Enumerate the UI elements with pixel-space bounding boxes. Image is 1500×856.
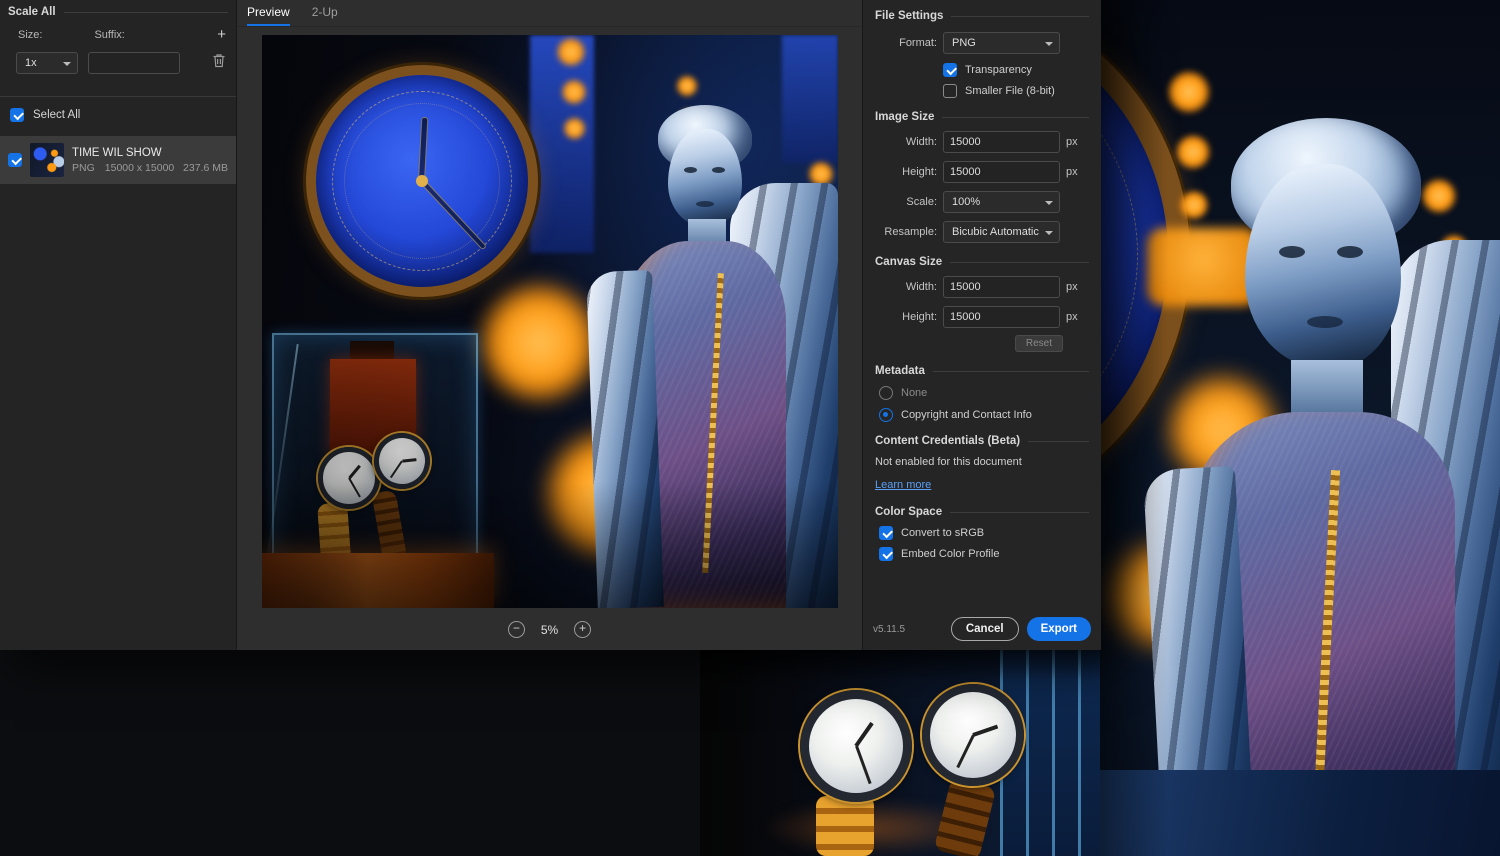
transparency-label: Transparency <box>965 64 1032 76</box>
resample-dropdown[interactable]: Bicubic Automatic <box>943 221 1060 243</box>
canvas-height-label: Height: <box>902 311 937 323</box>
suffix-input[interactable] <box>88 52 180 74</box>
background-canvas-bottom <box>700 650 1100 856</box>
bokeh-light <box>561 79 587 105</box>
image-width-input[interactable] <box>943 131 1060 153</box>
blue-pillar-graphic <box>530 35 594 253</box>
embed-profile-label: Embed Color Profile <box>901 548 1000 560</box>
zoom-in-button[interactable]: + <box>574 621 592 638</box>
scale-size-dropdown[interactable]: 1x <box>16 52 78 74</box>
canvas-size-header: Canvas Size <box>875 256 1089 268</box>
zoom-controls: − 5% + <box>237 621 862 638</box>
asset-title: TIME WIL SHOW <box>72 146 162 159</box>
scale-all-header: Scale All <box>8 6 228 18</box>
zoom-level: 5% <box>540 622 559 637</box>
canvas-height-unit: px <box>1066 311 1078 323</box>
background-canvas-right <box>1095 0 1500 856</box>
asset-file-size: 237.6 MB <box>183 161 228 174</box>
image-size-header: Image Size <box>875 111 1089 123</box>
convert-srgb-checkbox[interactable] <box>879 526 893 540</box>
divider <box>0 96 236 97</box>
scale-dropdown[interactable]: 100% <box>943 191 1060 213</box>
asset-checkbox[interactable] <box>8 153 22 167</box>
dialog-footer: v5.11.5 Cancel Export <box>873 617 1091 641</box>
tab-preview[interactable]: Preview <box>247 0 290 26</box>
add-scale-button[interactable]: + <box>217 27 226 42</box>
canvas-width-input[interactable] <box>943 276 1060 298</box>
image-height-unit: px <box>1066 166 1078 178</box>
cancel-button[interactable]: Cancel <box>950 617 1019 641</box>
bokeh-light <box>556 37 586 67</box>
metadata-none-label: None <box>901 387 928 399</box>
metadata-copyright-radio[interactable] <box>879 408 893 422</box>
clock-graphic <box>306 65 538 297</box>
canvas-width-unit: px <box>1066 281 1078 293</box>
convert-srgb-label: Convert to sRGB <box>901 527 985 539</box>
resample-label: Resample: <box>884 226 937 238</box>
content-credentials-status: Not enabled for this document <box>875 456 1022 468</box>
version-label: v5.11.5 <box>873 623 906 635</box>
suffix-label: Suffix: <box>94 29 125 41</box>
smaller-file-label: Smaller File (8-bit) <box>965 85 1055 97</box>
format-label: Format: <box>899 37 937 49</box>
dialog-shadow-fade <box>1095 0 1500 856</box>
export-as-dialog: Scale All Size: Suffix: + 1x Select All <box>0 0 1101 650</box>
select-all-checkbox[interactable] <box>10 108 24 122</box>
embed-profile-checkbox[interactable] <box>879 547 893 561</box>
canvas-height-input[interactable] <box>943 306 1060 328</box>
case-base-graphic <box>262 553 494 608</box>
file-settings-header: File Settings <box>875 10 1089 22</box>
smaller-file-checkbox[interactable] <box>943 84 957 98</box>
select-all-label: Select All <box>33 109 81 121</box>
bokeh-light <box>563 117 586 140</box>
preview-panel: Preview 2-Up − 5% + <box>237 0 862 650</box>
image-width-label: Width: <box>905 136 937 148</box>
asset-list-item[interactable]: TIME WIL SHOW PNG 15000 x 15000 237.6 MB <box>0 136 236 184</box>
image-width-unit: px <box>1066 136 1078 148</box>
reset-button[interactable]: Reset <box>1014 335 1063 352</box>
preview-tabs: Preview 2-Up <box>237 0 862 27</box>
zoom-out-button[interactable]: − <box>507 621 525 638</box>
scale-all-label: Scale All <box>8 6 56 18</box>
preview-image[interactable] <box>262 35 838 608</box>
watch-graphic <box>318 447 380 509</box>
tab-2up[interactable]: 2-Up <box>312 0 338 26</box>
scale-label: Scale: <box>906 196 937 208</box>
asset-thumbnail <box>30 143 64 177</box>
metadata-copyright-label: Copyright and Contact Info <box>901 409 1032 421</box>
export-button[interactable]: Export <box>1026 617 1091 641</box>
format-dropdown[interactable]: PNG <box>943 32 1060 54</box>
image-height-input[interactable] <box>943 161 1060 183</box>
blue-pillar-graphic <box>782 35 838 163</box>
image-height-label: Height: <box>902 166 937 178</box>
learn-more-link[interactable]: Learn more <box>875 479 931 491</box>
asset-dimensions: 15000 x 15000 <box>104 161 175 174</box>
bokeh-light <box>477 280 602 405</box>
canvas-width-label: Width: <box>905 281 937 293</box>
color-space-header: Color Space <box>875 506 1089 518</box>
metadata-header: Metadata <box>875 365 1089 377</box>
settings-panel: File Settings Format: PNG Transparency S… <box>862 0 1101 650</box>
transparency-checkbox[interactable] <box>943 63 957 77</box>
asset-format: PNG <box>72 161 95 174</box>
content-credentials-header: Content Credentials (Beta) <box>875 435 1089 447</box>
scale-panel: Scale All Size: Suffix: + 1x Select All <box>0 0 237 650</box>
bokeh-light <box>676 75 698 97</box>
trash-icon[interactable] <box>212 53 226 73</box>
metadata-none-radio[interactable] <box>879 386 893 400</box>
size-label: Size: <box>18 29 43 41</box>
shadow-fades <box>700 650 1100 856</box>
